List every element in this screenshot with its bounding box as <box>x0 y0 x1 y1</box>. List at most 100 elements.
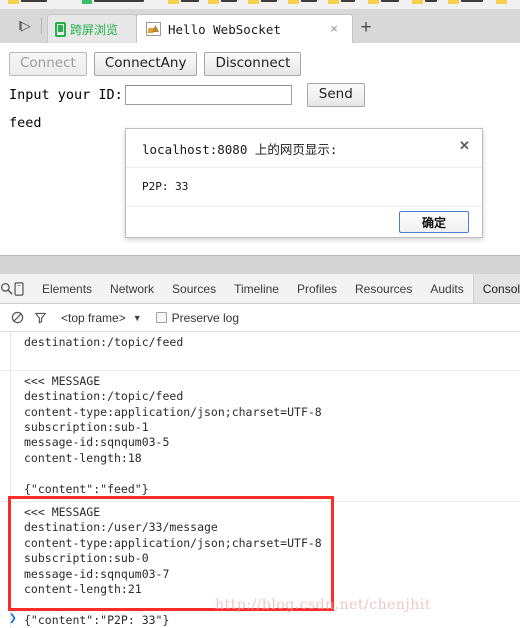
dialog-ok-button[interactable]: 确定 <box>399 211 469 233</box>
folder-icon <box>328 0 339 4</box>
send-button[interactable]: Send <box>306 83 365 107</box>
frame-selector[interactable]: <top frame> ▼ <box>61 311 142 325</box>
preserve-log-label: Preserve log <box>171 310 240 325</box>
folder-icon <box>288 0 299 4</box>
bookmark-label <box>181 0 199 2</box>
expand-arrow-icon[interactable]: I▷ <box>13 17 35 35</box>
tab-resources[interactable]: Resources <box>346 274 421 303</box>
entry-gutter <box>10 332 11 370</box>
site-icon <box>82 0 92 4</box>
disconnect-button[interactable]: Disconnect <box>204 52 302 76</box>
tab-sources[interactable]: Sources <box>163 274 225 303</box>
folder-icon <box>412 0 423 4</box>
checkbox-icon[interactable] <box>155 312 167 323</box>
bookmark-item[interactable] <box>448 0 483 4</box>
tab-label: Hello WebSocket <box>168 21 281 37</box>
image-icon <box>146 22 161 36</box>
new-tab-button[interactable]: + <box>357 18 375 37</box>
close-icon[interactable]: ✕ <box>458 139 471 152</box>
browser-window: I▷ 跨屏浏览 Hello WebSocket × + Connect Conn… <box>0 0 520 628</box>
chevron-down-icon: ▼ <box>132 312 142 323</box>
folder-icon <box>496 0 507 4</box>
console-prompt[interactable]: ❯ <box>9 611 17 626</box>
bookmark-label <box>221 0 237 2</box>
folder-icon <box>8 0 19 4</box>
connect-button[interactable]: Connect <box>9 52 87 76</box>
filter-icon[interactable] <box>29 306 52 329</box>
bookmark-item[interactable] <box>496 0 507 4</box>
console-line: message-id:sqnqum03-5 <box>24 435 170 450</box>
bookmarks-bar[interactable] <box>0 0 520 9</box>
bookmark-label <box>461 0 483 2</box>
console-line: content-length:21 <box>24 582 142 597</box>
watermark-text: http://blog.csdn.net/chenjhit <box>215 597 431 613</box>
console-entry[interactable]: <<< MESSAGE destination:/topic/feed cont… <box>0 370 520 503</box>
id-input[interactable] <box>124 85 292 105</box>
phone-icon <box>55 21 66 37</box>
preserve-log-toggle[interactable]: Preserve log <box>155 310 240 325</box>
console-line: <<< MESSAGE <box>24 373 101 388</box>
bookmark-item[interactable] <box>168 0 199 4</box>
console-line: message-id:sqnqum03-7 <box>24 566 170 581</box>
console-output[interactable]: destination:/topic/feed <<< MESSAGE dest… <box>0 332 520 628</box>
tab-label: 跨屏浏览 <box>70 22 119 37</box>
close-icon[interactable]: × <box>328 22 340 35</box>
console-line: destination:/user/33/message <box>24 520 218 535</box>
connection-buttons: Connect ConnectAny Disconnect <box>9 52 302 76</box>
folder-icon <box>168 0 179 4</box>
devtools-panel: Elements Network Sources Timeline Profil… <box>0 274 520 628</box>
console-line: subscription:sub-1 <box>24 420 149 435</box>
connect-any-button[interactable]: ConnectAny <box>93 52 198 76</box>
bookmark-label <box>94 0 144 2</box>
tab-network[interactable]: Network <box>101 274 163 303</box>
console-toolbar: <top frame> ▼ Preserve log <box>0 304 520 332</box>
tab-elements[interactable]: Elements <box>33 274 101 303</box>
devtools-splitter[interactable] <box>0 255 520 275</box>
tab-strip: I▷ 跨屏浏览 Hello WebSocket × + <box>0 9 520 43</box>
bookmark-item[interactable] <box>288 0 317 4</box>
console-entry[interactable]: destination:/topic/feed <box>0 332 520 371</box>
tab-timeline[interactable]: Timeline <box>225 274 288 303</box>
console-line: {"content":"feed"} <box>24 481 149 496</box>
bookmark-item[interactable] <box>328 0 355 4</box>
device-toggle-icon[interactable] <box>13 274 25 303</box>
bookmark-label <box>341 0 355 2</box>
console-line: destination:/topic/feed <box>24 335 184 349</box>
console-line: subscription:sub-0 <box>24 551 149 566</box>
console-line: {"content":"P2P: 33"} <box>24 612 170 627</box>
javascript-alert-dialog: localhost:8080 上的网页显示: ✕ P2P: 33 确定 <box>125 128 483 238</box>
tab-profiles[interactable]: Profiles <box>288 274 346 303</box>
id-label: Input your ID: <box>9 87 123 103</box>
bookmark-label <box>425 0 437 2</box>
bookmark-item[interactable] <box>412 0 437 4</box>
tab-audits[interactable]: Audits <box>421 274 472 303</box>
folder-icon <box>368 0 379 4</box>
devtools-tabbar: Elements Network Sources Timeline Profil… <box>0 274 520 304</box>
search-icon[interactable] <box>0 274 13 303</box>
folder-icon <box>448 0 459 4</box>
tab-console[interactable]: Console <box>472 274 520 303</box>
bookmark-item[interactable] <box>8 0 47 4</box>
tab-divider <box>41 18 42 34</box>
bookmark-label <box>381 0 399 2</box>
console-line: <<< MESSAGE <box>24 505 101 520</box>
tab-kuaping[interactable]: 跨屏浏览 <box>47 14 137 43</box>
console-line: destination:/topic/feed <box>24 389 184 404</box>
bookmark-item[interactable] <box>82 0 144 4</box>
dialog-footer: 确定 <box>126 206 482 238</box>
folder-icon <box>208 0 219 4</box>
id-form-row: Input your ID: Send <box>9 83 365 107</box>
bookmark-item[interactable] <box>248 0 277 4</box>
bookmark-item[interactable] <box>208 0 237 4</box>
page-output-text: feed <box>9 115 42 131</box>
clear-console-icon[interactable] <box>6 306 29 329</box>
dialog-header: localhost:8080 上的网页显示: ✕ <box>126 129 482 168</box>
console-line: content-length:18 <box>24 450 142 465</box>
bookmark-item[interactable] <box>368 0 399 4</box>
tab-hello-websocket[interactable]: Hello WebSocket × <box>136 14 353 43</box>
entry-gutter <box>10 502 11 628</box>
bookmark-label <box>21 0 47 2</box>
console-line: content-type:application/json;charset=UT… <box>24 535 322 550</box>
frame-selector-value: <top frame> <box>61 310 126 325</box>
